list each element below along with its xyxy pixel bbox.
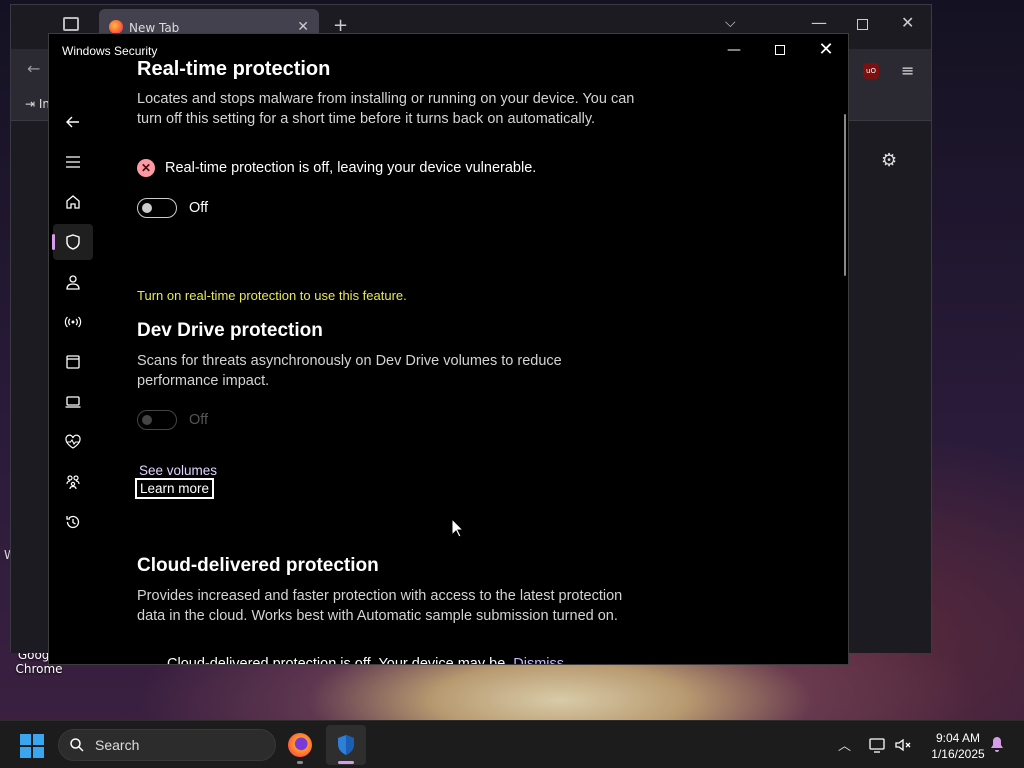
browser-menu-icon[interactable]: ≡ — [901, 61, 914, 80]
nav-virus-threat-protection[interactable] — [52, 224, 93, 260]
windows-logo-icon — [20, 734, 31, 745]
nav-app-browser-control[interactable] — [53, 344, 93, 380]
firefox-icon — [288, 733, 312, 757]
clock-date: 1/16/2025 — [931, 747, 985, 761]
taskbar-firefox[interactable] — [280, 725, 320, 765]
network-monitor-icon[interactable] — [867, 735, 887, 755]
nav-device-security[interactable] — [53, 384, 93, 420]
browser-maximize-button[interactable] — [857, 19, 868, 30]
list-all-tabs-chevron-icon[interactable]: ⌵ — [725, 15, 736, 31]
devdrive-heading: Dev Drive protection — [137, 320, 323, 341]
nav-account-protection[interactable] — [53, 264, 93, 300]
windows-security-shield-icon — [338, 735, 354, 755]
notification-bell-icon[interactable] — [988, 735, 1006, 753]
devdrive-toggle-row: Off — [137, 410, 208, 430]
clock-time: 9:04 AM — [935, 731, 981, 745]
taskbar-search-box[interactable]: Search — [58, 729, 276, 761]
family-icon — [66, 475, 80, 490]
realtime-status-text: Real-time protection is off, leaving you… — [165, 160, 537, 176]
person-icon — [66, 275, 80, 290]
realtime-description: Locates and stops malware from installin… — [137, 91, 635, 127]
cloud-heading: Cloud-delivered protection — [137, 555, 379, 576]
devdrive-toggle-label: Off — [189, 412, 209, 428]
show-hidden-icons-chevron-icon[interactable]: ︿ — [838, 735, 851, 754]
back-button[interactable] — [53, 104, 93, 140]
cloud-status-row: Cloud-delivered protection is off. Your … — [167, 656, 564, 665]
nav-family-options[interactable] — [53, 464, 93, 500]
error-x-icon: ✕ — [137, 159, 155, 177]
realtime-toggle-row: Off — [137, 198, 208, 218]
toggle-knob — [142, 203, 152, 213]
ublock-extension-icon[interactable]: uO — [863, 63, 879, 79]
taskbar: Search ︿ 9:04 AM 1/16/2025 — [0, 720, 1024, 768]
devdrive-toggle[interactable] — [137, 410, 177, 430]
back-arrow-icon — [66, 116, 79, 128]
active-app-indicator — [338, 761, 354, 764]
search-icon — [70, 738, 84, 752]
nav-settings[interactable] — [53, 656, 93, 664]
nav-firewall-network[interactable] — [53, 304, 93, 340]
windows-security-window: Windows Security — ✕ Real-time protectio… — [48, 33, 849, 665]
hamburger-icon — [66, 156, 80, 168]
firefox-favicon-icon — [109, 20, 123, 34]
window-title: Windows Security — [62, 44, 158, 58]
heart-pulse-icon — [65, 434, 81, 449]
start-button[interactable] — [20, 734, 44, 758]
realtime-toggle-label: Off — [189, 200, 209, 216]
browser-close-button[interactable]: ✕ — [901, 13, 914, 32]
menu-button[interactable] — [53, 144, 93, 180]
browser-window-icon — [66, 355, 80, 369]
maximize-button[interactable] — [757, 34, 803, 66]
realtime-heading: Real-time protection — [137, 58, 331, 80]
browser-minimize-button[interactable]: — — [811, 13, 827, 32]
taskbar-windows-security[interactable] — [326, 725, 366, 765]
scrollbar-thumb[interactable] — [844, 114, 846, 276]
active-nav-indicator — [52, 234, 55, 250]
cloud-description: Provides increased and faster protection… — [137, 588, 623, 624]
realtime-status: ✕ Real-time protection is off, leaving y… — [137, 159, 536, 177]
toggle-knob — [142, 415, 152, 425]
cloud-status-text: Cloud-delivered protection is off. Your … — [167, 656, 506, 665]
laptop-icon — [65, 396, 81, 408]
volume-muted-icon[interactable] — [893, 735, 913, 755]
running-indicator — [297, 761, 303, 764]
shield-icon — [66, 234, 80, 250]
search-placeholder: Search — [95, 737, 140, 753]
learn-more-link[interactable]: Learn more — [135, 478, 215, 499]
nav-home[interactable] — [53, 184, 93, 220]
realtime-toggle[interactable] — [137, 198, 177, 218]
minimize-button[interactable]: — — [711, 34, 757, 66]
nav-protection-history[interactable] — [53, 504, 93, 540]
tab-list-icon[interactable] — [63, 17, 79, 31]
history-icon — [66, 515, 80, 529]
home-icon — [66, 195, 80, 209]
devdrive-notice: Turn on real-time protection to use this… — [137, 288, 407, 303]
mouse-cursor-icon — [451, 518, 465, 538]
antenna-icon — [64, 316, 82, 328]
dismiss-link[interactable]: Dismiss — [513, 656, 564, 664]
newtab-settings-gear-icon[interactable]: ⚙ — [881, 150, 897, 171]
taskbar-clock[interactable]: 9:04 AM 1/16/2025 — [918, 730, 998, 762]
devdrive-description: Scans for threats asynchronously on Dev … — [137, 353, 562, 389]
see-volumes-link[interactable]: See volumes — [139, 463, 217, 478]
browser-back-icon[interactable]: ← — [27, 59, 40, 78]
nav-rail — [49, 66, 97, 664]
close-button[interactable]: ✕ — [803, 34, 848, 66]
nav-device-performance-health[interactable] — [53, 424, 93, 460]
